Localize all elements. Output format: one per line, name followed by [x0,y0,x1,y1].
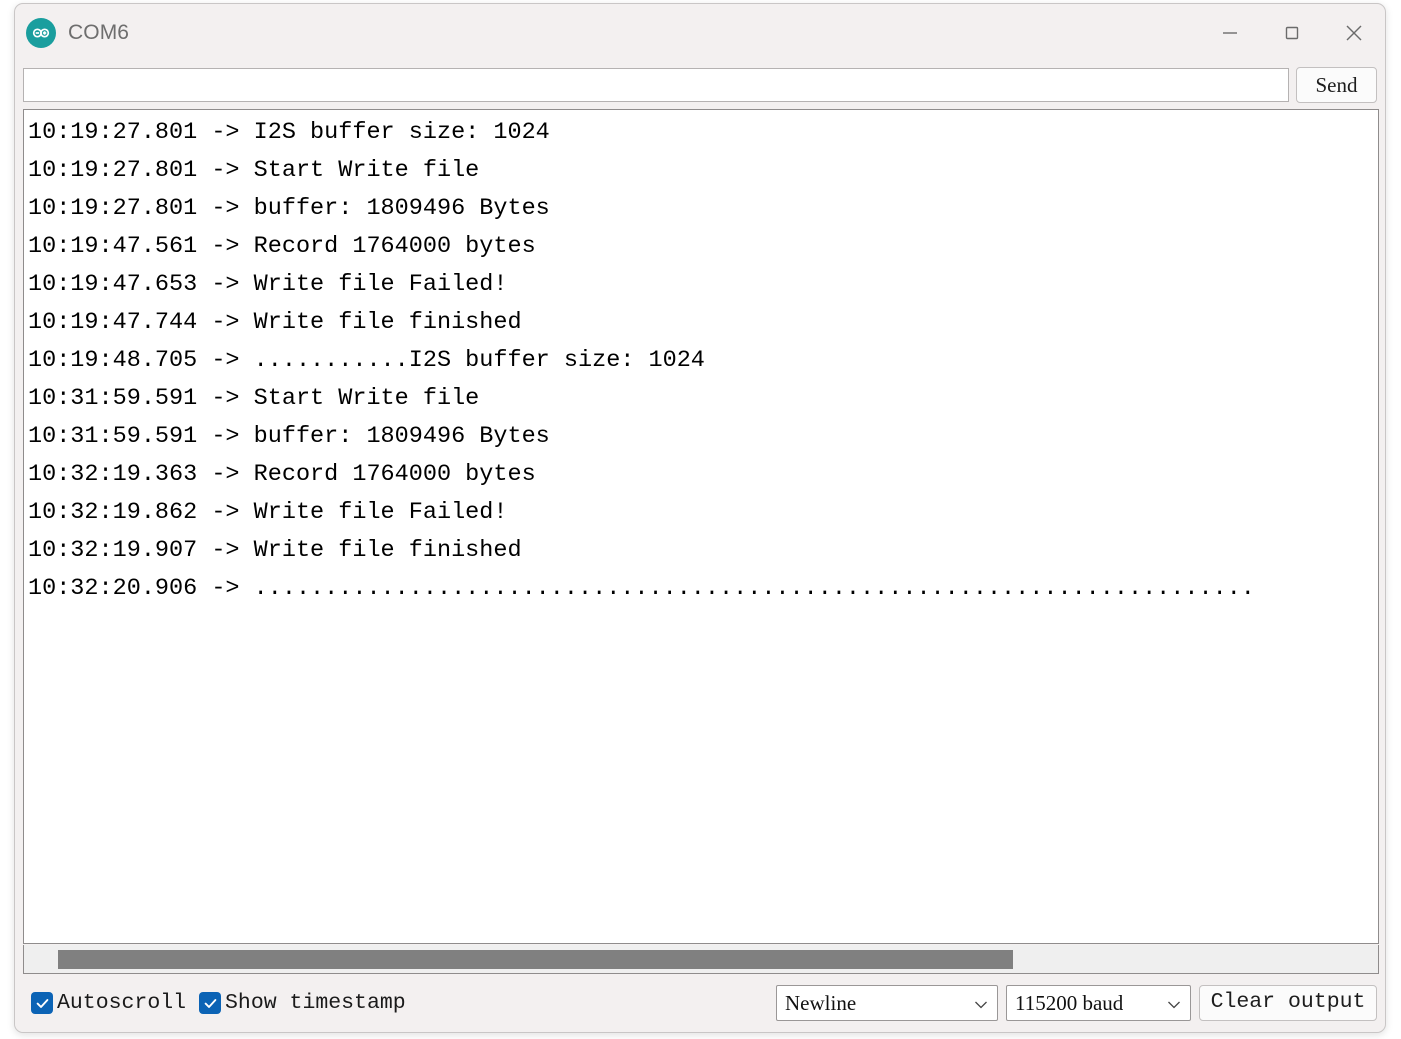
chevron-down-icon [974,991,988,1016]
autoscroll-checkbox[interactable]: Autoscroll [31,991,186,1015]
line-ending-select[interactable]: Newline [776,985,998,1021]
show-timestamp-checkbox[interactable]: Show timestamp [199,991,406,1015]
show-timestamp-label: Show timestamp [225,991,406,1015]
checkmark-icon [31,992,53,1014]
chevron-down-icon [1167,991,1181,1016]
serial-monitor-window: COM6 Send 10:19:27.801 -> I2S buffer siz… [14,3,1386,1033]
baud-rate-select[interactable]: 115200 baud [1006,985,1191,1021]
window-controls [1199,4,1385,61]
serial-output-panel[interactable]: 10:19:27.801 -> I2S buffer size: 1024 10… [23,109,1379,944]
autoscroll-label: Autoscroll [57,991,187,1015]
horizontal-scrollbar-thumb[interactable] [58,950,1013,969]
clear-output-button[interactable]: Clear output [1199,985,1377,1021]
title-bar: COM6 [15,4,1385,61]
send-button[interactable]: Send [1296,67,1377,103]
status-bar: Autoscroll Show timestamp Newline 115200… [15,974,1385,1032]
line-ending-value: Newline [785,990,857,1015]
send-bar: Send [15,61,1385,109]
maximize-icon[interactable] [1261,4,1323,61]
arduino-infinity-icon [26,17,56,48]
window-title: COM6 [68,20,130,44]
close-icon[interactable] [1323,4,1385,61]
serial-send-input[interactable] [23,68,1289,102]
baud-rate-value: 115200 baud [1015,990,1124,1015]
horizontal-scrollbar-track[interactable] [23,945,1379,974]
serial-output-text: 10:19:27.801 -> I2S buffer size: 1024 10… [28,119,1255,602]
checkmark-icon [199,992,222,1014]
status-bar-right-group: Newline 115200 baud Clear output [776,985,1377,1021]
minimize-icon[interactable] [1199,4,1261,61]
